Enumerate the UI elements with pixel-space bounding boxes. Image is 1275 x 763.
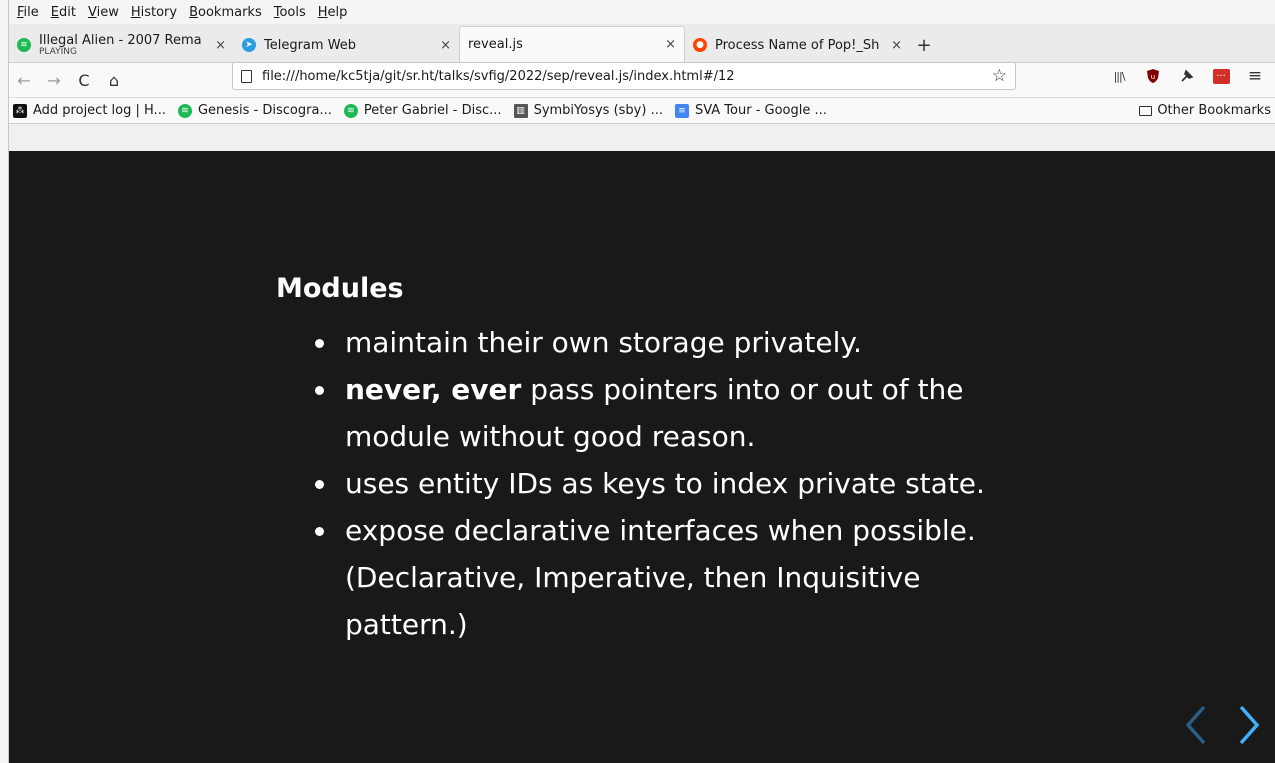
back-button[interactable]: ← <box>9 66 39 94</box>
toolbar-icons: |||\ u ··· ≡ <box>1109 62 1275 90</box>
bookmark-item[interactable]: ≋ Genesis - Discogra... <box>177 103 332 118</box>
tab-label: Telegram Web <box>264 37 357 53</box>
svg-text:u: u <box>1151 73 1155 81</box>
tab-close-icon[interactable]: × <box>215 38 226 53</box>
tab-close-icon[interactable]: × <box>891 38 902 53</box>
hackaday-icon: ⁂ <box>13 103 27 118</box>
tab-process-name[interactable]: ● Process Name of Pop!_Sh × <box>685 28 910 62</box>
other-bookmarks[interactable]: Other Bookmarks <box>1139 98 1271 123</box>
spotify-icon: ≋ <box>17 38 31 52</box>
list-item: maintain their own storage privately. <box>309 319 1029 366</box>
lastpass-icon[interactable]: ··· <box>1211 66 1231 86</box>
prev-slide-button[interactable] <box>1182 703 1208 747</box>
tab-label: Process Name of Pop!_Sh <box>715 37 880 53</box>
bookmark-star-icon[interactable]: ☆ <box>992 66 1007 86</box>
bookmark-item[interactable]: ⁂ Add project log | H... <box>13 103 166 118</box>
tab-close-icon[interactable]: × <box>665 37 676 52</box>
page-icon <box>241 69 252 83</box>
tab-label: reveal.js <box>468 37 523 52</box>
new-tab-button[interactable]: + <box>910 28 938 62</box>
url-bar[interactable]: file:///home/kc5tja/git/sr.ht/talks/svfi… <box>232 62 1016 90</box>
bookmark-item[interactable]: ▥ SymbiYosys (sby) ... <box>513 103 663 118</box>
window-left-edge <box>0 0 9 763</box>
list-item: uses entity IDs as keys to index private… <box>309 460 1029 507</box>
hamburger-menu-icon[interactable]: ≡ <box>1245 66 1265 86</box>
presentation-slide[interactable]: Modules maintain their own storage priva… <box>9 151 1275 763</box>
library-icon[interactable]: |||\ <box>1109 66 1129 86</box>
menu-file[interactable]: File <box>17 5 39 20</box>
tab-telegram[interactable]: ➤ Telegram Web × <box>234 28 459 62</box>
tab-playing-label: PLAYING <box>39 47 77 57</box>
tab-illegal-alien[interactable]: ≋ Illegal Alien - 2007 Rema PLAYING × <box>9 28 234 62</box>
bookmark-item[interactable]: ≋ Peter Gabriel - Disc... <box>343 103 502 118</box>
other-bookmarks-label: Other Bookmarks <box>1157 103 1271 118</box>
chevron-right-icon <box>1239 705 1260 745</box>
bullet-list: maintain their own storage privately. ne… <box>309 319 1029 648</box>
list-item: expose declarative interfaces when possi… <box>309 507 1029 648</box>
url-text[interactable]: file:///home/kc5tja/git/sr.ht/talks/svfi… <box>262 69 992 84</box>
bookmarks-bar: ⁂ Add project log | H... ≋ Genesis - Dis… <box>9 98 1275 124</box>
spotify-icon: ≋ <box>177 103 192 118</box>
pin-icon[interactable] <box>1177 66 1197 86</box>
menu-bar: File Edit View History Bookmarks Tools H… <box>9 0 1275 24</box>
forward-button[interactable]: → <box>39 66 69 94</box>
tab-strip: ≋ Illegal Alien - 2007 Rema PLAYING × ➤ … <box>9 24 1275 63</box>
spotify-icon: ≋ <box>343 103 358 118</box>
emphasis-text: never, ever <box>345 373 522 406</box>
menu-help[interactable]: Help <box>318 5 348 20</box>
tab-close-icon[interactable]: × <box>440 38 451 53</box>
bookmark-item[interactable]: ≡ SVA Tour - Google ... <box>674 103 827 118</box>
folder-icon <box>1139 105 1153 116</box>
next-slide-button[interactable] <box>1237 703 1263 747</box>
book-icon: ▥ <box>513 103 528 118</box>
menu-view[interactable]: View <box>88 5 119 20</box>
bookmark-label: Add project log | H... <box>33 103 166 118</box>
slide-title: Modules <box>276 273 404 304</box>
tab-label: Illegal Alien - 2007 Rema <box>39 33 202 48</box>
ublock-icon[interactable]: u <box>1143 66 1163 86</box>
chevron-left-icon <box>1185 705 1206 745</box>
home-button[interactable]: ⌂ <box>99 66 129 94</box>
menu-bookmarks[interactable]: Bookmarks <box>189 5 262 20</box>
bookmark-label: Genesis - Discogra... <box>197 103 332 118</box>
bookmark-label: SVA Tour - Google ... <box>694 103 827 118</box>
menu-tools[interactable]: Tools <box>274 5 306 20</box>
docs-icon: ≡ <box>674 103 689 118</box>
list-item: never, ever pass pointers into or out of… <box>309 366 1029 460</box>
reddit-icon: ● <box>693 38 707 52</box>
reload-button[interactable]: C <box>69 66 99 94</box>
menu-history[interactable]: History <box>131 5 177 20</box>
bookmark-label: SymbiYosys (sby) ... <box>533 103 663 118</box>
menu-edit[interactable]: Edit <box>51 5 76 20</box>
telegram-icon: ➤ <box>242 38 256 52</box>
tab-reveal-js[interactable]: reveal.js × <box>459 26 685 62</box>
bookmark-label: Peter Gabriel - Disc... <box>363 103 502 118</box>
